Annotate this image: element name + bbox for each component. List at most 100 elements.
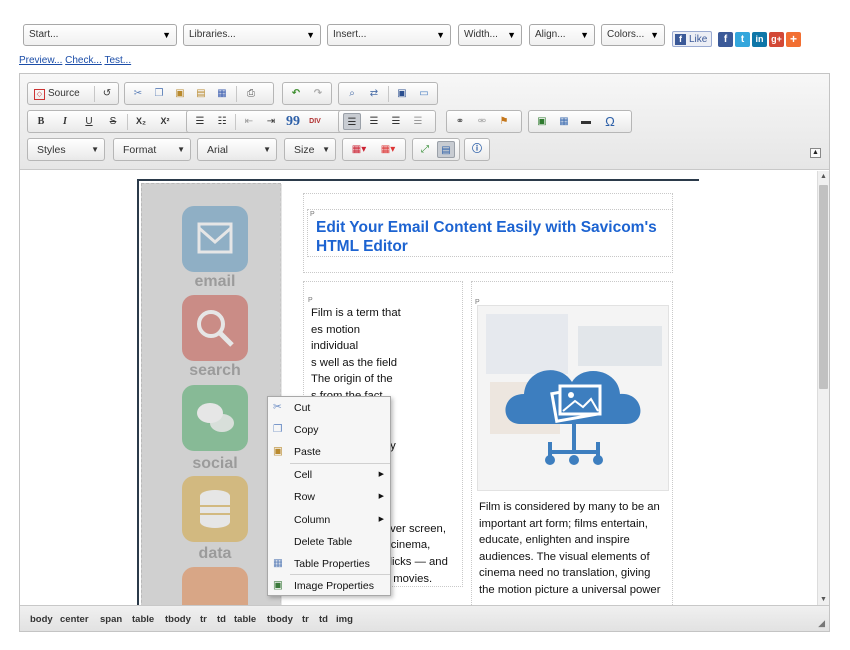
align-right-icon[interactable]: ☰ xyxy=(387,113,405,130)
preview-link[interactable]: Preview... xyxy=(19,55,62,66)
image-icon[interactable]: ▣ xyxy=(533,113,551,130)
addthis-icon[interactable]: + xyxy=(786,32,801,47)
path-crumb-td[interactable]: td xyxy=(319,614,328,625)
outdent-icon[interactable]: ⇤ xyxy=(240,113,258,130)
googleplus-icon[interactable]: g+ xyxy=(769,32,784,47)
p-tag-marker: P xyxy=(308,297,313,304)
start-select[interactable]: Start... ▼ xyxy=(23,24,177,46)
table-icon[interactable]: ▦ xyxy=(555,113,573,130)
create-div-button[interactable]: DIV xyxy=(306,113,324,130)
basic-style-group: B I U S X₂ X² xyxy=(27,110,201,133)
source-button[interactable]: ◇ Source xyxy=(31,85,91,102)
right-paragraph[interactable]: Film is considered by many to be an impor… xyxy=(479,499,675,599)
image-properties-icon: ▣ xyxy=(273,579,283,591)
bold-button[interactable]: B xyxy=(32,113,50,130)
path-crumb-table[interactable]: table xyxy=(234,614,256,625)
show-blocks-icon[interactable]: ▤ xyxy=(437,141,455,158)
italic-button[interactable]: I xyxy=(56,113,74,130)
strikethrough-button[interactable]: S xyxy=(104,113,122,130)
undo-history-icon[interactable]: ↺ xyxy=(98,85,116,102)
anchor-icon[interactable]: ⚑ xyxy=(495,113,513,130)
replace-icon[interactable]: ⇄ xyxy=(365,85,383,102)
blockquote-button[interactable]: 99 xyxy=(284,113,302,130)
path-crumb-span[interactable]: span xyxy=(100,614,122,625)
size-combo[interactable]: Size ▼ xyxy=(284,138,336,161)
font-combo[interactable]: Arial ▼ xyxy=(197,138,277,161)
paste-word-icon[interactable]: ▦ xyxy=(213,85,231,102)
resize-grip-icon[interactable]: ◢ xyxy=(818,618,825,629)
format-combo[interactable]: Format ▼ xyxy=(113,138,191,161)
menu-item-cell[interactable]: Cell ▶ xyxy=(268,464,390,486)
menu-item-table-properties[interactable]: ▦ Table Properties xyxy=(268,553,390,575)
menu-item-copy[interactable]: ❐ Copy xyxy=(268,419,390,441)
underline-button[interactable]: U xyxy=(80,113,98,130)
menu-item-column[interactable]: Column ▶ xyxy=(268,509,390,531)
linkedin-icon[interactable]: in xyxy=(752,32,767,47)
background-color-icon[interactable]: ▦▾ xyxy=(375,141,401,158)
insert-group: ▣ ▦ ▬ Ω xyxy=(528,110,632,133)
path-crumb-tbody[interactable]: tbody xyxy=(267,614,293,625)
text-color-icon[interactable]: ▦▾ xyxy=(346,141,372,158)
path-crumb-table[interactable]: table xyxy=(132,614,154,625)
unlink-icon[interactable]: ⚮ xyxy=(473,113,491,130)
path-crumb-td[interactable]: td xyxy=(217,614,226,625)
align-center-icon[interactable]: ☰ xyxy=(365,113,383,130)
menu-item-delete-table[interactable]: Delete Table xyxy=(268,531,390,553)
facebook-share-icon[interactable]: f xyxy=(718,32,733,47)
insert-select[interactable]: Insert... ▼ xyxy=(327,24,451,46)
vertical-scrollbar[interactable]: ▲ ▼ xyxy=(817,171,829,605)
special-char-button[interactable]: Ω xyxy=(601,113,619,130)
subscript-button[interactable]: X₂ xyxy=(132,113,150,130)
menu-item-paste[interactable]: ▣ Paste xyxy=(268,441,390,463)
select-all-icon[interactable]: ▣ xyxy=(393,85,411,102)
editor-content-area[interactable]: email search social data P xyxy=(20,171,817,605)
scroll-up-icon[interactable]: ▲ xyxy=(818,173,829,180)
numbered-list-icon[interactable]: ☰ xyxy=(191,113,209,130)
align-select[interactable]: Align... ▼ xyxy=(529,24,595,46)
scrollbar-thumb[interactable] xyxy=(819,185,828,389)
colors-select[interactable]: Colors... ▼ xyxy=(601,24,665,46)
path-crumb-tr[interactable]: tr xyxy=(302,614,309,625)
copy-icon[interactable]: ❐ xyxy=(150,85,168,102)
bulleted-list-icon[interactable]: ☷ xyxy=(213,113,231,130)
scroll-down-icon[interactable]: ▼ xyxy=(818,596,829,603)
collapse-toolbar-icon[interactable]: ▲ xyxy=(810,148,821,158)
menu-item-cut[interactable]: ✂ Cut xyxy=(268,397,390,419)
indent-icon[interactable]: ⇥ xyxy=(262,113,280,130)
facebook-like-button[interactable]: f Like xyxy=(672,31,712,47)
chevron-down-icon: ▼ xyxy=(322,145,330,154)
cut-icon[interactable]: ✂ xyxy=(129,85,147,102)
align-justify-icon[interactable]: ☰ xyxy=(409,113,427,130)
path-crumb-center[interactable]: center xyxy=(60,614,89,625)
path-crumb-tr[interactable]: tr xyxy=(200,614,207,625)
width-select[interactable]: Width... ▼ xyxy=(458,24,522,46)
image-placeholder[interactable] xyxy=(477,305,669,491)
superscript-button[interactable]: X² xyxy=(156,113,174,130)
template-icon[interactable]: ▭ xyxy=(415,85,433,102)
menu-label: Table Properties xyxy=(294,558,370,570)
find-icon[interactable]: ⌕ xyxy=(343,85,361,102)
libraries-select[interactable]: Libraries... ▼ xyxy=(183,24,321,46)
path-crumb-tbody[interactable]: tbody xyxy=(165,614,191,625)
test-link[interactable]: Test... xyxy=(104,55,131,66)
paste-text-icon[interactable]: ▤ xyxy=(192,85,210,102)
align-left-icon[interactable]: ☰ xyxy=(343,113,361,130)
paste-icon[interactable]: ▣ xyxy=(171,85,189,102)
heading-block[interactable]: P Edit Your Email Content Easily with Sa… xyxy=(307,209,673,257)
path-crumb-img[interactable]: img xyxy=(336,614,353,625)
menu-item-image-properties[interactable]: ▣ Image Properties xyxy=(268,575,390,597)
link-icon[interactable]: ⚭ xyxy=(451,113,469,130)
undo-icon[interactable]: ↶ xyxy=(287,85,305,102)
menu-item-row[interactable]: Row ▶ xyxy=(268,486,390,508)
redo-icon[interactable]: ↷ xyxy=(309,85,327,102)
menu-label: Column xyxy=(294,514,331,526)
print-icon[interactable]: ⎙ xyxy=(242,85,260,102)
editor-toolbar: ◇ Source ↺ ✂ ❐ ▣ ▤ ▦ ⎙ ↶ ↷ ⌕ ⇄ ▣ ▭ B I U… xyxy=(20,74,829,170)
info-icon[interactable]: ⓘ xyxy=(468,141,486,158)
twitter-icon[interactable]: t xyxy=(735,32,750,47)
check-link[interactable]: Check... xyxy=(65,55,102,66)
maximize-icon[interactable]: ⤢ xyxy=(416,141,434,158)
styles-combo[interactable]: Styles ▼ xyxy=(27,138,105,161)
horizontal-line-icon[interactable]: ▬ xyxy=(577,113,595,130)
path-crumb-body[interactable]: body xyxy=(30,614,53,625)
